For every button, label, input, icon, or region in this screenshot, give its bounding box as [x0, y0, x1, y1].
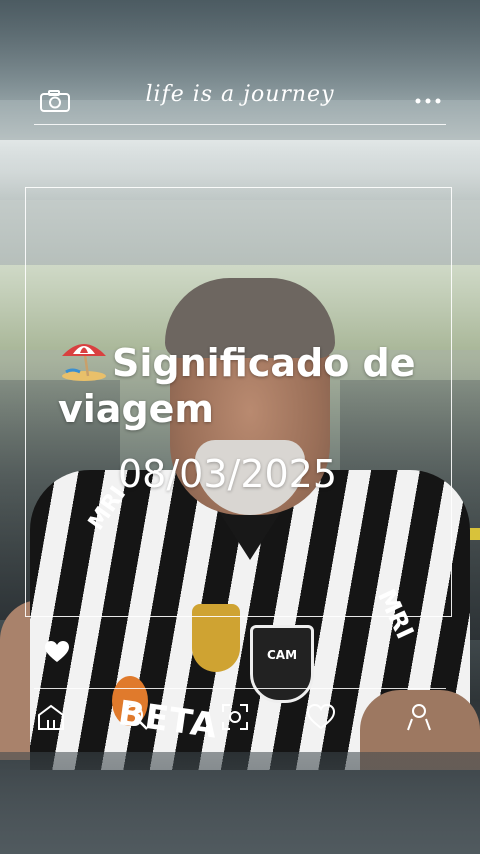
- frame-bottom-divider: [34, 688, 446, 689]
- caption-block: Significado de viagem: [58, 338, 438, 432]
- profile-icon[interactable]: [404, 702, 434, 732]
- crest-text: CAM: [266, 648, 298, 662]
- caption-date: 08/03/2025: [118, 452, 338, 496]
- header-title: life is a journey: [145, 82, 335, 107]
- heart-outline-icon[interactable]: [306, 702, 336, 732]
- beach-umbrella-icon: [62, 344, 106, 381]
- frame-top-divider: [34, 124, 446, 125]
- caption-text: Significado de viagem: [58, 341, 416, 431]
- search-icon[interactable]: [120, 702, 150, 732]
- blurred-bottom-band: [0, 752, 480, 854]
- more-dots-icon[interactable]: [414, 96, 442, 106]
- focus-icon[interactable]: [220, 702, 250, 732]
- heart-icon[interactable]: [44, 640, 70, 664]
- home-icon[interactable]: [36, 702, 66, 732]
- shirt-crest: CAM: [250, 625, 314, 703]
